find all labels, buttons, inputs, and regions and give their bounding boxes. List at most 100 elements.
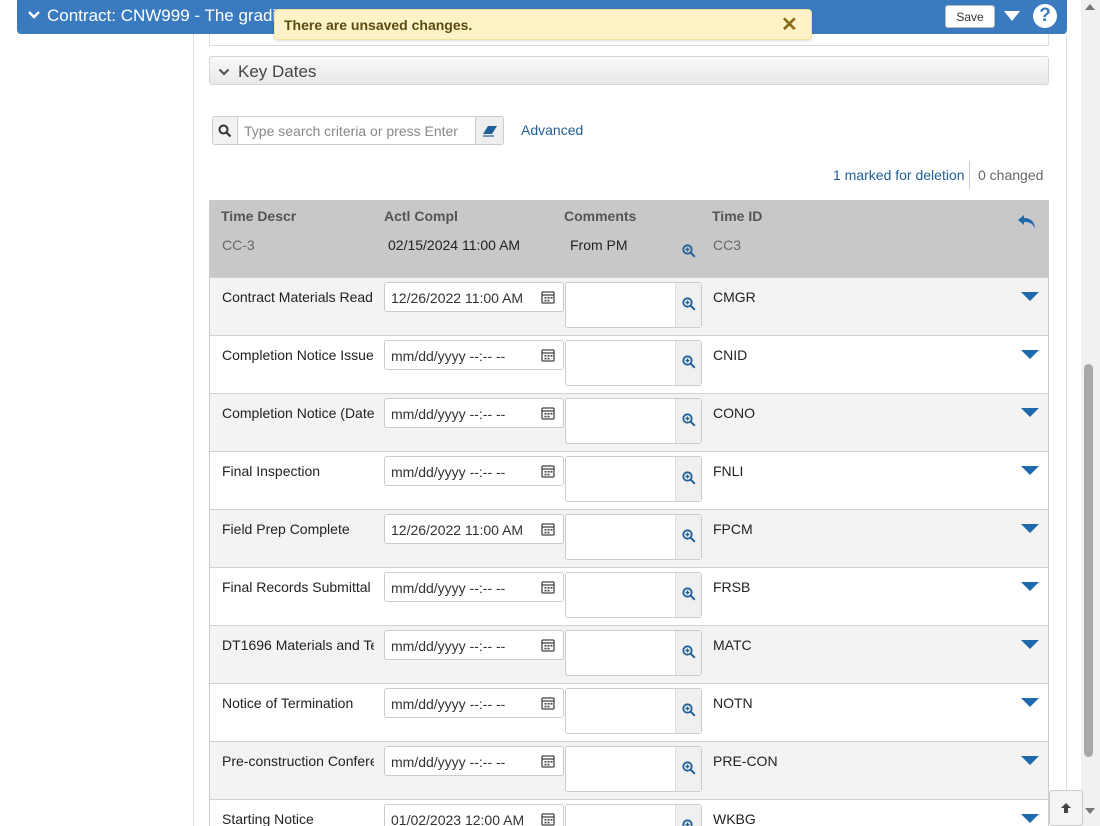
scroll-down-icon[interactable] bbox=[1085, 808, 1095, 814]
actl-compl-input[interactable]: mm/dd/yyyy --:-- -- bbox=[384, 398, 564, 428]
zoom-in-icon[interactable] bbox=[682, 645, 696, 659]
actl-compl-value: mm/dd/yyyy --:-- -- bbox=[391, 638, 506, 654]
actl-compl-input[interactable]: mm/dd/yyyy --:-- -- bbox=[384, 456, 564, 486]
zoom-in-icon[interactable] bbox=[682, 413, 696, 427]
header-menu-caret-icon[interactable] bbox=[1004, 11, 1020, 21]
zoom-button[interactable] bbox=[675, 341, 701, 385]
zoom-in-icon[interactable] bbox=[682, 244, 696, 258]
time-descr-cell: Notice of Termination bbox=[222, 695, 354, 711]
row-menu-caret-icon[interactable] bbox=[1021, 350, 1039, 359]
search-icon[interactable] bbox=[213, 117, 238, 144]
actl-compl-input[interactable]: mm/dd/yyyy --:-- -- bbox=[384, 572, 564, 602]
calendar-icon[interactable] bbox=[541, 290, 555, 304]
key-dates-grid: Time Descr Actl Compl Comments Time ID C… bbox=[209, 200, 1049, 826]
zoom-in-icon[interactable] bbox=[682, 297, 696, 311]
zoom-button[interactable] bbox=[675, 805, 701, 826]
zoom-in-icon[interactable] bbox=[682, 819, 696, 826]
zoom-in-icon[interactable] bbox=[682, 471, 696, 485]
row-menu-caret-icon[interactable] bbox=[1021, 466, 1039, 475]
actl-compl-value: 01/02/2023 12:00 AM bbox=[391, 812, 525, 826]
comments-input[interactable] bbox=[565, 456, 702, 502]
comments-input[interactable] bbox=[565, 340, 702, 386]
row-menu-caret-icon[interactable] bbox=[1021, 640, 1039, 649]
comments-input[interactable] bbox=[565, 804, 702, 826]
zoom-in-icon[interactable] bbox=[682, 761, 696, 775]
table-row: Contract Materials Read 12/26/2022 11:00 … bbox=[210, 277, 1048, 335]
search-bar bbox=[212, 116, 504, 145]
table-row: Pre-construction Confere mm/dd/yyyy --:--… bbox=[210, 741, 1048, 799]
comments-input[interactable] bbox=[565, 688, 702, 734]
actl-compl-input[interactable]: 12/26/2022 11:00 AM bbox=[384, 282, 564, 312]
row-menu-caret-icon[interactable] bbox=[1021, 524, 1039, 533]
column-header-time-descr[interactable]: Time Descr bbox=[221, 208, 296, 224]
actl-compl-input[interactable]: mm/dd/yyyy --:-- -- bbox=[384, 746, 564, 776]
calendar-icon[interactable] bbox=[541, 638, 555, 652]
table-row: Field Prep Complete 12/26/2022 11:00 AM FP… bbox=[210, 509, 1048, 567]
comments-input[interactable] bbox=[565, 398, 702, 444]
zoom-button[interactable] bbox=[675, 283, 701, 327]
search-input[interactable] bbox=[239, 119, 475, 142]
scrollbar-thumb[interactable] bbox=[1084, 364, 1093, 757]
deleted-actl-compl: 02/15/2024 11:00 AM bbox=[388, 237, 521, 253]
actl-compl-input[interactable]: mm/dd/yyyy --:-- -- bbox=[384, 688, 564, 718]
eraser-icon[interactable] bbox=[475, 117, 503, 144]
zoom-button[interactable] bbox=[675, 573, 701, 617]
comments-input[interactable] bbox=[565, 746, 702, 792]
column-header-comments[interactable]: Comments bbox=[564, 208, 636, 224]
zoom-button[interactable] bbox=[675, 689, 701, 733]
scroll-up-icon[interactable] bbox=[1085, 4, 1095, 10]
calendar-icon[interactable] bbox=[541, 812, 555, 826]
deleted-time-descr: CC-3 bbox=[222, 237, 255, 253]
calendar-icon[interactable] bbox=[541, 522, 555, 536]
row-menu-caret-icon[interactable] bbox=[1021, 756, 1039, 765]
actl-compl-input[interactable]: 12/26/2022 11:00 AM bbox=[384, 514, 564, 544]
key-dates-section-header[interactable]: Key Dates bbox=[209, 56, 1049, 85]
zoom-button[interactable] bbox=[675, 515, 701, 559]
zoom-in-icon[interactable] bbox=[682, 529, 696, 543]
marked-for-deletion-link[interactable]: 1 marked for deletion bbox=[833, 167, 965, 183]
comments-input[interactable] bbox=[565, 514, 702, 560]
save-button[interactable]: Save bbox=[945, 5, 995, 28]
calendar-icon[interactable] bbox=[541, 406, 555, 420]
zoom-button[interactable] bbox=[675, 747, 701, 791]
calendar-icon[interactable] bbox=[541, 696, 555, 710]
deleted-row: Time Descr Actl Compl Comments Time ID C… bbox=[210, 201, 1048, 277]
zoom-in-icon[interactable] bbox=[682, 703, 696, 717]
zoom-in-icon[interactable] bbox=[682, 587, 696, 601]
actl-compl-input[interactable]: 01/02/2023 12:00 AM bbox=[384, 804, 564, 826]
chevron-down-icon bbox=[218, 68, 230, 76]
status-divider bbox=[969, 161, 970, 189]
row-menu-caret-icon[interactable] bbox=[1021, 698, 1039, 707]
zoom-button[interactable] bbox=[675, 631, 701, 675]
comments-input[interactable] bbox=[565, 572, 702, 618]
zoom-in-icon[interactable] bbox=[682, 355, 696, 369]
unsaved-changes-notice: There are unsaved changes. ✕ bbox=[274, 9, 812, 40]
zoom-button[interactable] bbox=[675, 399, 701, 443]
undo-icon[interactable] bbox=[1016, 213, 1038, 231]
chevron-down-icon[interactable] bbox=[27, 8, 41, 22]
scroll-to-top-button[interactable] bbox=[1049, 790, 1083, 826]
zoom-button[interactable] bbox=[675, 457, 701, 501]
row-menu-caret-icon[interactable] bbox=[1021, 814, 1039, 823]
row-menu-caret-icon[interactable] bbox=[1021, 292, 1039, 301]
calendar-icon[interactable] bbox=[541, 464, 555, 478]
close-icon[interactable]: ✕ bbox=[781, 15, 798, 35]
comments-input[interactable] bbox=[565, 282, 702, 328]
calendar-icon[interactable] bbox=[541, 348, 555, 362]
advanced-search-link[interactable]: Advanced bbox=[521, 122, 583, 138]
calendar-icon[interactable] bbox=[541, 754, 555, 768]
row-menu-caret-icon[interactable] bbox=[1021, 582, 1039, 591]
time-id-cell: CNID bbox=[713, 347, 748, 363]
row-menu-caret-icon[interactable] bbox=[1021, 408, 1039, 417]
comments-input[interactable] bbox=[565, 630, 702, 676]
actl-compl-input[interactable]: mm/dd/yyyy --:-- -- bbox=[384, 630, 564, 660]
column-header-actl-compl[interactable]: Actl Compl bbox=[384, 208, 458, 224]
calendar-icon[interactable] bbox=[541, 580, 555, 594]
help-icon[interactable]: ? bbox=[1033, 4, 1057, 28]
table-row: Completion Notice Issue mm/dd/yyyy --:-- … bbox=[210, 335, 1048, 393]
actl-compl-input[interactable]: mm/dd/yyyy --:-- -- bbox=[384, 340, 564, 370]
time-descr-cell: Starting Notice bbox=[222, 811, 314, 826]
table-row: Final Records Submittal mm/dd/yyyy --:-- … bbox=[210, 567, 1048, 625]
deleted-time-id: CC3 bbox=[713, 237, 742, 253]
column-header-time-id[interactable]: Time ID bbox=[712, 208, 762, 224]
